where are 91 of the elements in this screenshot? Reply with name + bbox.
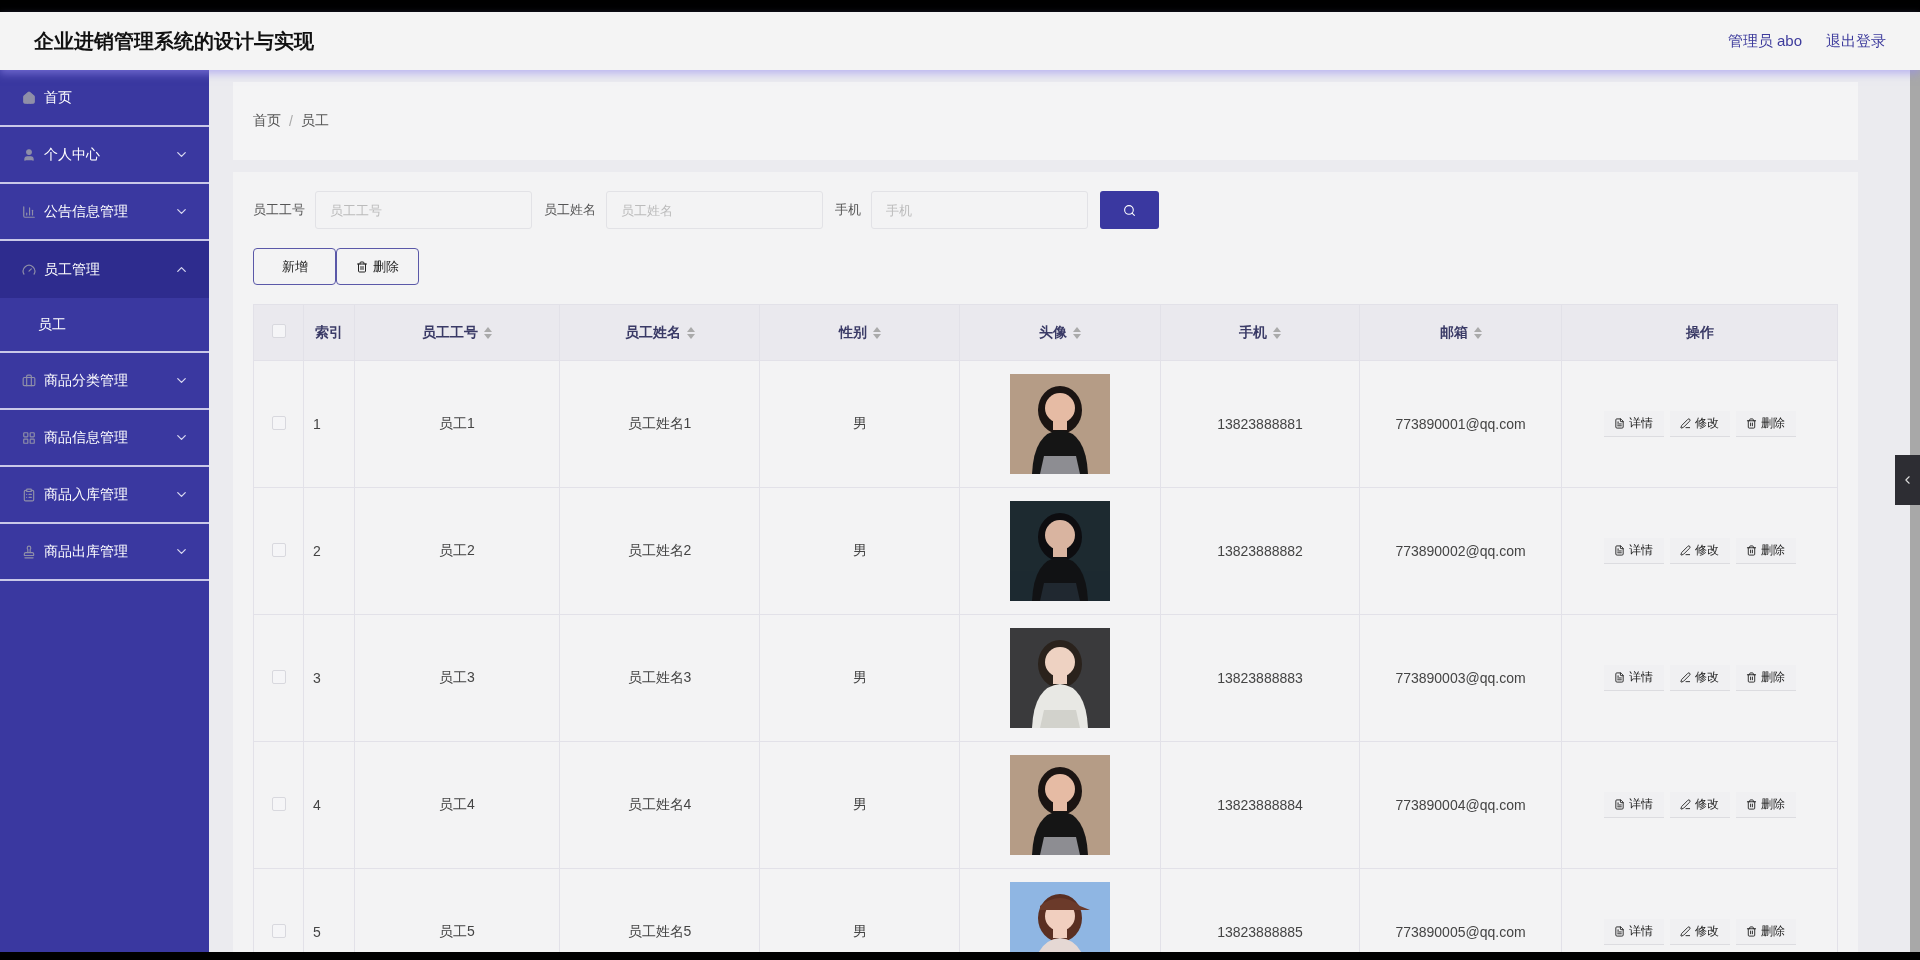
- table-cell: 员工姓名4: [559, 741, 760, 869]
- menu-item[interactable]: 商品出库管理: [0, 524, 209, 581]
- sort-icon[interactable]: [1273, 326, 1281, 339]
- table-cell: 男: [759, 614, 960, 742]
- table-cell: 13823888881: [1160, 360, 1360, 488]
- table-cell: 男: [759, 741, 960, 869]
- grid-icon: [22, 430, 36, 445]
- menu-item[interactable]: 个人中心: [0, 127, 209, 184]
- table-cell: 4: [303, 741, 355, 869]
- gauge-icon: [22, 262, 36, 277]
- trash-icon: [1746, 799, 1757, 810]
- trash-icon: [1746, 672, 1757, 683]
- row-checkbox[interactable]: [271, 542, 286, 557]
- clipboard-icon: [22, 487, 36, 502]
- table-cell: 男: [759, 360, 960, 488]
- table-cell: 员工姓名3: [559, 614, 760, 742]
- sort-icon[interactable]: [1073, 326, 1081, 339]
- document-icon: [1614, 926, 1625, 937]
- table-cell: 773890004@qq.com: [1359, 741, 1562, 869]
- app-title: 企业进销管理系统的设计与实现: [34, 28, 314, 54]
- user-icon: [22, 147, 36, 162]
- table-cell: 773890001@qq.com: [1359, 360, 1562, 488]
- add-button[interactable]: 新增: [253, 248, 336, 285]
- trash-icon: [1746, 545, 1757, 556]
- table-cell: 男: [759, 487, 960, 615]
- column-header: 索引: [303, 304, 355, 361]
- table-cell: 13823888882: [1160, 487, 1360, 615]
- stamp-icon: [22, 544, 36, 559]
- document-icon: [1614, 672, 1625, 683]
- logout-link[interactable]: 退出登录: [1826, 31, 1886, 51]
- submenu-item[interactable]: 员工: [0, 298, 209, 353]
- menu-item[interactable]: 商品信息管理: [0, 410, 209, 467]
- menu-item[interactable]: 商品入库管理: [0, 467, 209, 524]
- table-cell: 13823888884: [1160, 741, 1360, 869]
- pencil-icon: [1680, 672, 1691, 683]
- delete-button[interactable]: 删除: [336, 248, 419, 285]
- table-cell: 3: [303, 614, 355, 742]
- column-header[interactable]: 员工工号: [354, 304, 560, 361]
- table-cell: 员工4: [354, 741, 560, 869]
- sort-icon[interactable]: [1473, 326, 1482, 339]
- column-header[interactable]: 性别: [759, 304, 960, 361]
- filter-label: 手机: [835, 201, 861, 219]
- sort-icon[interactable]: [484, 326, 492, 339]
- document-icon: [1614, 799, 1625, 810]
- sort-icon[interactable]: [872, 326, 881, 339]
- row-checkbox[interactable]: [271, 923, 286, 938]
- search-button[interactable]: [1100, 191, 1159, 229]
- breadcrumb-link[interactable]: 首页: [253, 112, 281, 130]
- filter-label: 员工工号: [253, 201, 305, 219]
- breadcrumb-link[interactable]: 员工: [300, 112, 329, 130]
- column-header: 操作: [1561, 304, 1838, 361]
- table-cell: 1: [303, 360, 355, 488]
- table-cell: 员工姓名1: [559, 360, 760, 488]
- select-all-checkbox[interactable]: [271, 324, 286, 338]
- column-header[interactable]: 邮箱: [1359, 304, 1562, 361]
- table-cell: 员工2: [354, 487, 560, 615]
- column-header[interactable]: 手机: [1160, 304, 1360, 361]
- table-cell: 773890003@qq.com: [1359, 614, 1562, 742]
- table-cell: 773890002@qq.com: [1359, 487, 1562, 615]
- pencil-icon: [1680, 545, 1691, 556]
- sort-icon[interactable]: [686, 326, 695, 339]
- breadcrumb-separator: /: [289, 113, 293, 129]
- row-checkbox[interactable]: [271, 415, 286, 430]
- pencil-icon: [1680, 799, 1691, 810]
- search-icon: [1123, 203, 1136, 217]
- menu-item[interactable]: 商品分类管理: [0, 353, 209, 410]
- row-checkbox[interactable]: [271, 796, 286, 811]
- table-cell: 员工1: [354, 360, 560, 488]
- trash-icon: [1746, 926, 1757, 937]
- pencil-icon: [1680, 418, 1691, 429]
- home-icon: [22, 90, 36, 105]
- column-header[interactable]: 头像: [959, 304, 1161, 361]
- user-link[interactable]: 管理员 abo: [1727, 31, 1802, 51]
- trash-icon: [356, 260, 368, 273]
- document-icon: [1614, 545, 1625, 556]
- briefcase-icon: [22, 373, 36, 388]
- menu-item[interactable]: 员工管理: [0, 241, 209, 298]
- menu-item[interactable]: 首页: [0, 70, 209, 127]
- table-cell: 13823888883: [1160, 614, 1360, 742]
- collapse-tab[interactable]: [1895, 455, 1920, 505]
- document-icon: [1614, 418, 1625, 429]
- pencil-icon: [1680, 926, 1691, 937]
- trash-icon: [1746, 418, 1757, 429]
- table-cell: 2: [303, 487, 355, 615]
- column-header[interactable]: 员工姓名: [559, 304, 760, 361]
- table-cell: 员工3: [354, 614, 560, 742]
- table-cell: 员工姓名2: [559, 487, 760, 615]
- row-checkbox[interactable]: [271, 669, 286, 684]
- filter-label: 员工姓名: [544, 201, 596, 219]
- scrollbar[interactable]: [1910, 70, 1920, 952]
- bar-chart-icon: [22, 204, 36, 219]
